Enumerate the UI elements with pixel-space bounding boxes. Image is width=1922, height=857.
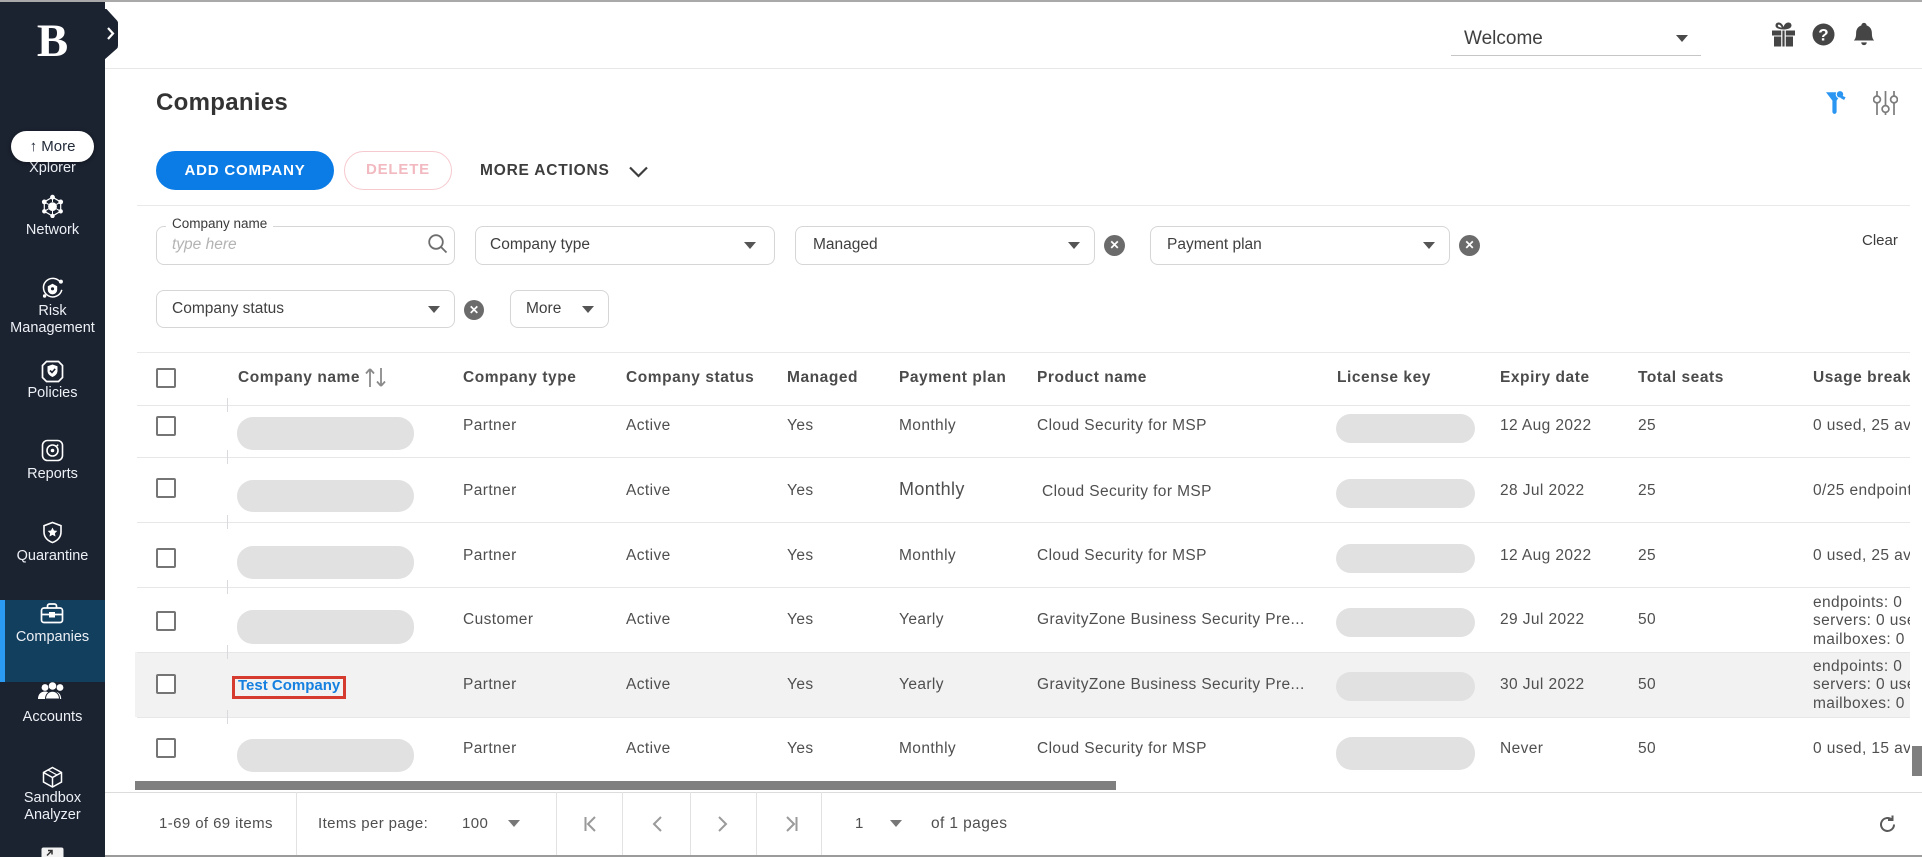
svg-text:?: ? — [1818, 26, 1828, 45]
